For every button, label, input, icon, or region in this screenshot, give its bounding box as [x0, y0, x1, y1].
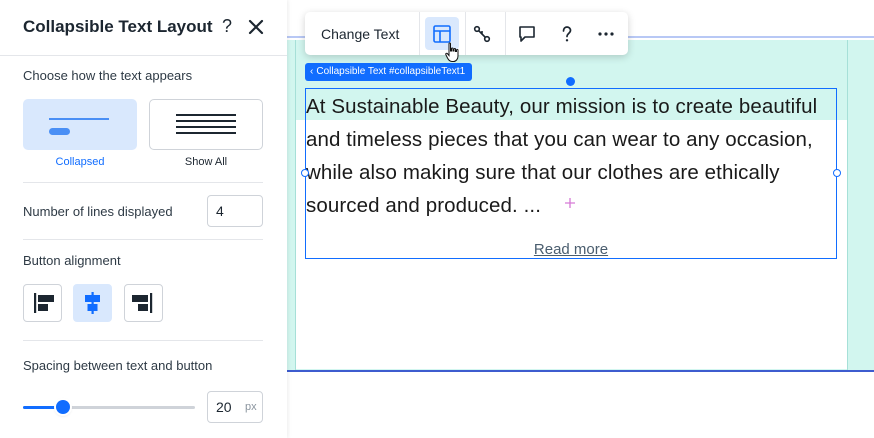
layout-panel: Collapsible Text Layout ? Choose how the…: [0, 0, 287, 438]
change-text-button[interactable]: Change Text: [305, 12, 419, 55]
align-center-icon: [85, 292, 100, 314]
selection-frame[interactable]: [305, 88, 837, 259]
toolbar-separator: [505, 12, 506, 55]
left-resize-handle[interactable]: [301, 169, 309, 177]
panel-title: Collapsible Text Layout: [23, 17, 213, 36]
spacing-unit: px: [245, 401, 257, 413]
align-center-button[interactable]: [73, 284, 112, 322]
spacing-slider-handle[interactable]: [55, 400, 70, 414]
element-name-label: Collapsible Text #collapsibleText1: [316, 66, 466, 77]
more-icon: [598, 32, 614, 36]
align-right-button[interactable]: [124, 284, 163, 322]
align-left-button[interactable]: [23, 284, 62, 322]
divider: [23, 239, 263, 240]
text-appearance-label: Choose how the text appears: [23, 68, 193, 83]
layout-option-show-all[interactable]: [149, 99, 263, 150]
close-icon: [248, 19, 264, 35]
toolbar-separator: [419, 12, 420, 55]
panel-header: Collapsible Text Layout ?: [0, 0, 287, 56]
layout-option-collapsed[interactable]: [23, 99, 137, 150]
align-left-icon: [34, 293, 54, 313]
column-guide-left: [295, 40, 296, 372]
collapsed-layout-icon: [49, 118, 109, 135]
spacing-label: Spacing between text and button: [23, 358, 213, 373]
lines-displayed-input[interactable]: 4: [207, 195, 263, 227]
top-resize-handle[interactable]: [566, 77, 575, 86]
show-all-layout-icon: [176, 114, 236, 134]
element-toolbar: Change Text: [305, 12, 628, 55]
connect-button[interactable]: [465, 17, 499, 50]
section-bottom-edge: [287, 370, 874, 372]
close-button[interactable]: [246, 17, 266, 37]
hand-cursor-icon: [445, 42, 459, 62]
layout-icon: [433, 25, 451, 43]
comment-button[interactable]: [510, 17, 544, 50]
help-button[interactable]: ?: [222, 16, 232, 37]
center-crosshair-icon: [565, 198, 575, 208]
element-name-tag[interactable]: ‹ Collapsible Text #collapsibleText1: [305, 63, 473, 81]
divider: [23, 182, 263, 183]
spacing-slider[interactable]: [23, 400, 195, 414]
button-alignment-label: Button alignment: [23, 253, 121, 268]
show-all-option-label: Show All: [184, 156, 228, 168]
align-right-icon: [132, 293, 153, 313]
lines-displayed-label: Number of lines displayed: [23, 204, 173, 219]
column-guide-right: [847, 40, 848, 372]
help-button[interactable]: [550, 17, 584, 50]
divider: [23, 340, 263, 341]
connect-icon: [473, 25, 491, 43]
comment-icon: [519, 26, 535, 42]
more-button[interactable]: [589, 17, 623, 50]
help-icon: [562, 26, 572, 42]
chevron-left-icon: ‹: [310, 66, 314, 77]
collapsed-option-label: Collapsed: [55, 156, 105, 168]
right-resize-handle[interactable]: [833, 169, 841, 177]
